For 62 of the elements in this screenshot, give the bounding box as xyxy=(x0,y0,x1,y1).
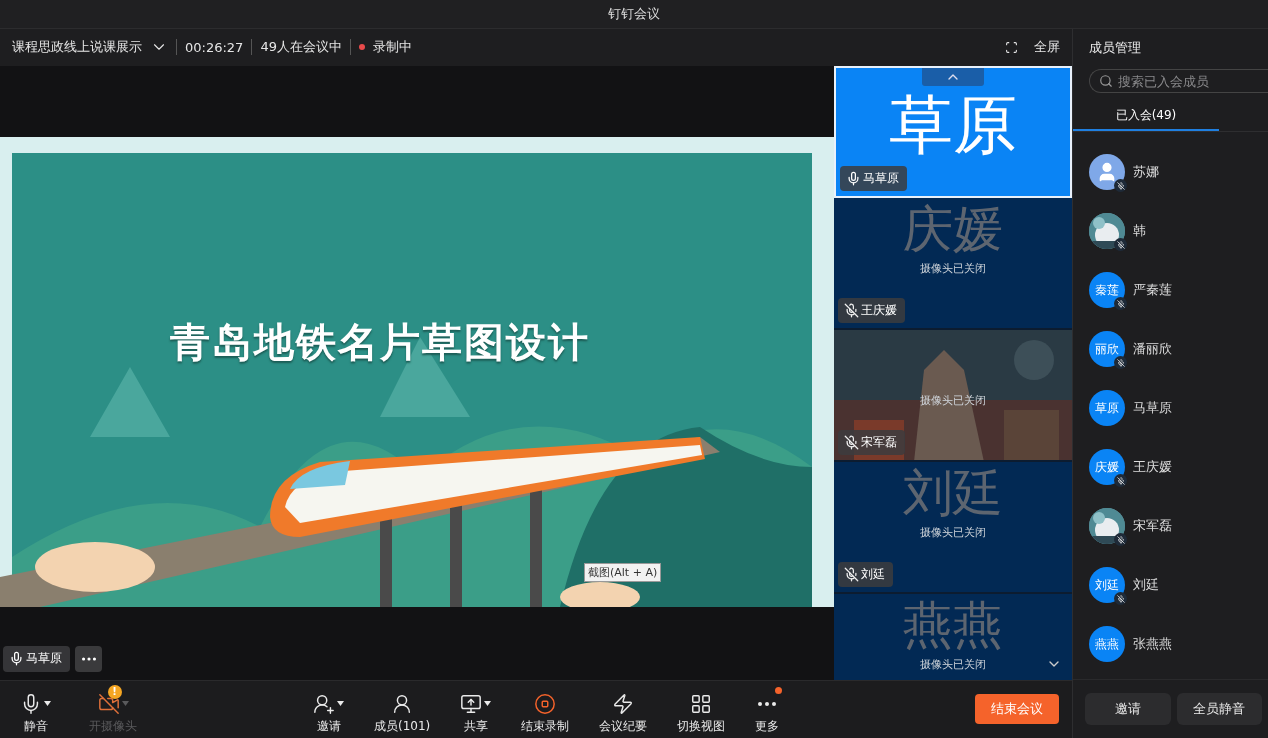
meeting-duration: 00:26:27 xyxy=(185,39,244,55)
member-name: 马草原 xyxy=(1133,399,1172,417)
warning-badge: ! xyxy=(107,684,122,699)
avatar: 草原 xyxy=(1089,390,1125,426)
avatar: 丽欣 xyxy=(1089,331,1125,367)
more-button[interactable] xyxy=(75,645,102,672)
attendance-count: 49人在会议中 xyxy=(260,38,342,57)
camera-off-status: 摄像头已关闭 xyxy=(920,525,986,539)
avatar-text: 庆媛 xyxy=(903,201,1003,257)
toolbar-button[interactable]: 共享 xyxy=(452,683,500,735)
participant-name-tag: 王庆媛 xyxy=(838,297,905,323)
member-name: 刘廷 xyxy=(1133,576,1159,594)
camera-off-status: 摄像头已关闭 xyxy=(920,261,986,275)
toolbar-button[interactable]: 切换视图 xyxy=(669,683,734,735)
toolbar-button[interactable]: 成员(101) xyxy=(366,683,439,735)
panel-title: 成员管理 xyxy=(1088,39,1142,57)
avatar-text: 草原 xyxy=(889,89,1017,160)
member-name: 韩 xyxy=(1133,222,1146,240)
stop-record-icon xyxy=(534,692,557,715)
toolbar-button[interactable]: 更多 xyxy=(747,683,788,735)
window-title: 钉钉会议 xyxy=(608,5,660,23)
toolbar-button[interactable]: 静音 xyxy=(12,683,59,735)
camera-off-status: 摄像头已关闭 xyxy=(920,657,986,671)
avatar-text: 燕燕 xyxy=(903,597,1003,653)
add-person-icon xyxy=(313,692,335,715)
participant-name-tag: 宋军磊 xyxy=(838,429,905,455)
member-name: 苏娜 xyxy=(1133,163,1159,181)
speaker-name-tag: 马草原 xyxy=(3,645,70,672)
screen-share-icon xyxy=(460,692,483,715)
toolbar-button[interactable]: 会议纪要 xyxy=(591,683,656,735)
video-tile[interactable]: 摄像头已关闭 宋军磊 xyxy=(834,329,1072,462)
member-name: 张燕燕 xyxy=(1133,635,1172,653)
meeting-title[interactable]: 课程思政线上说课展示 xyxy=(12,38,142,57)
avatar: 燕燕 xyxy=(1089,626,1125,662)
member-name: 潘丽欣 xyxy=(1133,340,1172,358)
more-icon xyxy=(758,701,777,706)
toolbar-button[interactable]: 结束录制 xyxy=(513,683,578,735)
member-name: 王庆媛 xyxy=(1133,458,1172,476)
camera-off-status: 摄像头已关闭 xyxy=(920,393,986,407)
invite-button[interactable]: 邀请 xyxy=(1085,693,1171,725)
avatar-text: 刘廷 xyxy=(903,465,1003,521)
tab[interactable]: 已入会(49) xyxy=(1073,101,1219,131)
avatar xyxy=(1089,154,1125,190)
avatar: 秦莲 xyxy=(1089,272,1125,308)
mute-all-button[interactable]: 全员静音 xyxy=(1176,693,1262,725)
member-name: 宋军磊 xyxy=(1133,517,1172,535)
fullscreen-link[interactable]: 全屏 xyxy=(1034,38,1060,57)
more-icon xyxy=(81,656,96,661)
participant-name-tag: 刘廷 xyxy=(838,561,893,587)
avatar: 刘廷 xyxy=(1089,567,1125,603)
video-tile[interactable]: 草原 马草原 xyxy=(834,65,1072,198)
search-icon xyxy=(1099,74,1113,88)
member-name: 严秦莲 xyxy=(1133,281,1172,299)
participant-name-tag: 马草原 xyxy=(840,165,907,191)
fullscreen-icon[interactable] xyxy=(1005,40,1018,54)
avatar: 庆媛 xyxy=(1089,449,1125,485)
grid-icon xyxy=(690,692,713,715)
search-field[interactable]: 搜索已入会成员 xyxy=(1089,69,1268,93)
scroll-up-button[interactable] xyxy=(922,67,984,86)
recording-status: 录制中 xyxy=(372,38,412,57)
lightning-icon xyxy=(612,692,635,715)
toolbar-button[interactable]: 邀请 xyxy=(305,683,352,735)
